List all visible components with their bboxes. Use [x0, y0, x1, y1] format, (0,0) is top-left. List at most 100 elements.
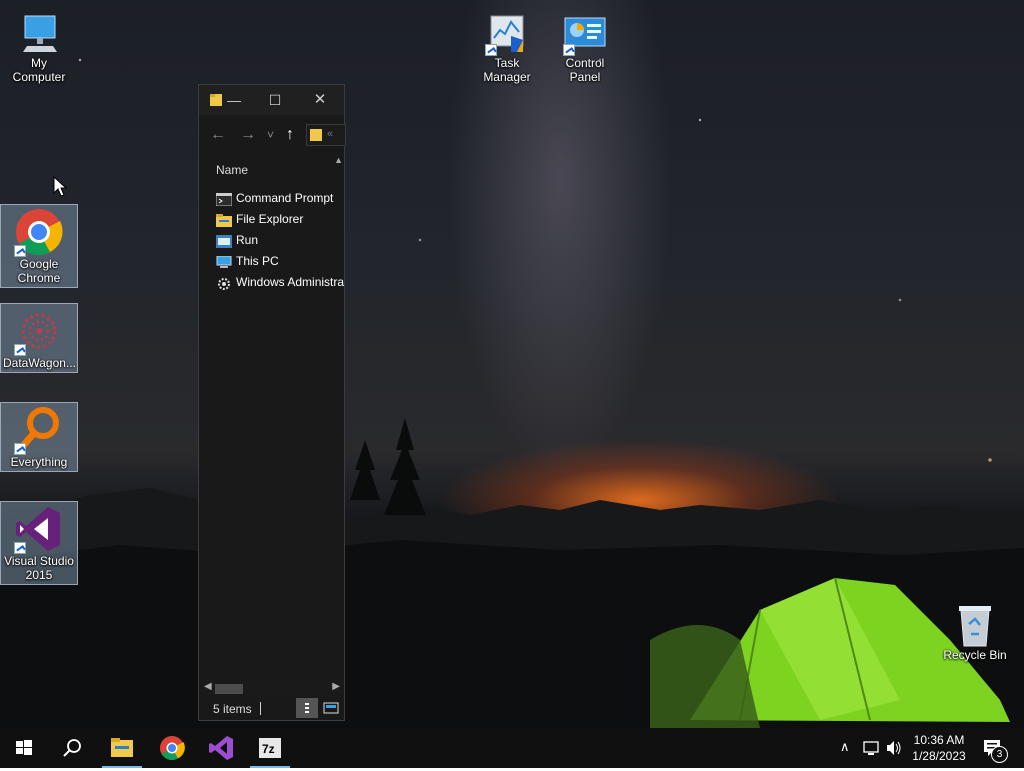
minimize-button[interactable]: — — [217, 85, 251, 115]
seven-zip-icon: 7z — [259, 738, 281, 758]
scrollbar-thumb[interactable] — [215, 684, 243, 694]
desktop-icon-visual-studio-2015[interactable]: Visual Studio 2015 — [0, 501, 78, 585]
desktop-icon-label: Google Chrome — [17, 257, 61, 285]
list-item[interactable]: Command Prompt — [213, 188, 344, 209]
desktop-icon-datawagon[interactable]: DataWagon... — [0, 303, 78, 373]
taskbar-7zip[interactable]: 7z — [246, 728, 294, 768]
desktop-icon-label: DataWagon... — [3, 356, 76, 370]
shortcut-arrow-icon — [14, 245, 26, 257]
desktop-icon-label: Task Manager — [483, 56, 531, 84]
network-button[interactable] — [860, 728, 882, 768]
desktop-icon-recycle-bin[interactable]: Recycle Bin — [937, 600, 1013, 664]
desktop-icon-control-panel[interactable]: Control Panel — [547, 10, 623, 86]
taskbar-google-chrome[interactable] — [148, 728, 196, 768]
chrome-icon — [14, 207, 64, 257]
recent-locations-button[interactable]: ˅ — [267, 125, 274, 145]
visual-studio-icon — [14, 504, 64, 554]
shortcut-arrow-icon — [485, 44, 497, 56]
search-icon — [63, 739, 81, 757]
command-prompt-icon — [215, 192, 233, 207]
mouse-cursor-icon — [53, 176, 67, 197]
chrome-icon — [160, 736, 185, 761]
desktop-icon-label: Everything — [10, 455, 68, 469]
address-overflow-chevron[interactable]: « — [327, 128, 333, 140]
clock-time: 10:36 AM — [913, 733, 965, 747]
search-button[interactable] — [48, 728, 96, 768]
file-explorer-icon — [111, 738, 133, 757]
clock[interactable]: 10:36 AM 1/28/2023 — [905, 732, 973, 764]
column-header-label: Name — [216, 163, 249, 177]
maximize-button[interactable]: ☐ — [258, 85, 292, 115]
visual-studio-icon — [209, 736, 233, 760]
list-item[interactable]: This PC — [213, 251, 344, 272]
notification-count-badge: 3 — [991, 746, 1008, 763]
desktop-icon-label: Control Panel — [565, 56, 605, 84]
taskbar-visual-studio[interactable] — [197, 728, 245, 768]
item-name: Run — [236, 233, 259, 247]
list-item[interactable]: File Explorer — [213, 209, 344, 230]
desktop-icon-google-chrome[interactable]: Google Chrome — [0, 204, 78, 288]
file-explorer-icon — [216, 213, 232, 227]
details-view-icon — [305, 703, 309, 713]
item-count: 5 items — [213, 702, 252, 716]
file-list: Command Prompt File Explorer Run This PC… — [213, 188, 344, 293]
run-icon — [216, 234, 232, 248]
up-button[interactable]: ↑ — [286, 125, 294, 145]
computer-icon — [17, 12, 61, 56]
desktop-icon-everything[interactable]: Everything — [0, 402, 78, 472]
landscape-scene — [0, 418, 1024, 728]
close-button[interactable]: ✕ — [303, 85, 337, 115]
item-name: Windows Administra — [236, 275, 344, 289]
taskbar: 7z ∧ 10:36 AM 1/28/2023 3 — [0, 728, 1024, 768]
item-name: Command Prompt — [236, 191, 334, 205]
navigation-bar: ← → ˅ ↑ « — [199, 115, 346, 155]
back-button[interactable]: ← — [210, 125, 226, 145]
task-manager-icon — [485, 12, 529, 56]
scroll-right-arrow-icon[interactable]: ▶ — [332, 681, 340, 692]
item-name: This PC — [236, 254, 279, 268]
details-view-button[interactable] — [296, 698, 318, 718]
volume-button[interactable] — [884, 728, 904, 768]
datawagon-icon — [14, 306, 64, 356]
scroll-up-arrow-icon[interactable]: ▲ — [334, 155, 343, 165]
shortcut-arrow-icon — [563, 44, 575, 56]
show-hidden-icons-button[interactable]: ∧ — [838, 728, 856, 768]
this-pc-icon — [216, 255, 232, 268]
shortcut-arrow-icon — [14, 344, 26, 356]
shortcut-arrow-icon — [14, 443, 26, 455]
desktop-icon-label: My Computer — [12, 56, 66, 84]
column-header-name[interactable]: Name ▲ — [199, 155, 344, 181]
everything-search-icon — [14, 405, 64, 455]
file-explorer-window[interactable]: — ☐ ✕ ← → ˅ ↑ « Name ▲ Command Prompt Fi… — [198, 84, 346, 721]
forward-button[interactable]: → — [240, 125, 256, 145]
shortcut-arrow-icon — [14, 542, 26, 554]
seven-zip-label: 7z — [262, 742, 275, 756]
desktop-icon-label: Recycle Bin — [943, 648, 1007, 662]
windows-start-icon — [16, 740, 32, 755]
speaker-icon — [887, 741, 901, 755]
list-item[interactable]: Run — [213, 230, 344, 251]
large-icons-view-button[interactable] — [320, 698, 342, 718]
start-button[interactable] — [0, 728, 48, 768]
large-icons-view-icon — [323, 702, 339, 714]
desktop-wallpaper: My Computer Task Manager Control Panel G… — [0, 0, 1024, 728]
address-bar[interactable]: « — [306, 124, 346, 146]
title-bar[interactable]: — ☐ ✕ — [199, 85, 344, 115]
folder-icon — [310, 128, 322, 145]
control-panel-icon — [563, 12, 607, 56]
taskbar-file-explorer[interactable] — [98, 728, 146, 768]
chevron-up-icon: ∧ — [840, 739, 850, 754]
status-bar: 5 items — [199, 697, 344, 720]
item-name: File Explorer — [236, 212, 304, 226]
windows-admin-tools-icon — [216, 276, 232, 290]
scroll-left-arrow-icon[interactable]: ◀ — [204, 681, 212, 692]
network-icon — [863, 741, 879, 755]
desktop-icon-my-computer[interactable]: My Computer — [1, 10, 77, 86]
desktop-icon-task-manager[interactable]: Task Manager — [469, 10, 545, 86]
action-center-button[interactable]: 3 — [980, 728, 1008, 768]
clock-date: 1/28/2023 — [912, 749, 966, 763]
list-item[interactable]: Windows Administra — [213, 272, 344, 293]
status-divider — [260, 702, 261, 715]
horizontal-scrollbar[interactable]: ◀ ▶ — [199, 680, 344, 697]
recycle-bin-icon — [953, 602, 997, 648]
